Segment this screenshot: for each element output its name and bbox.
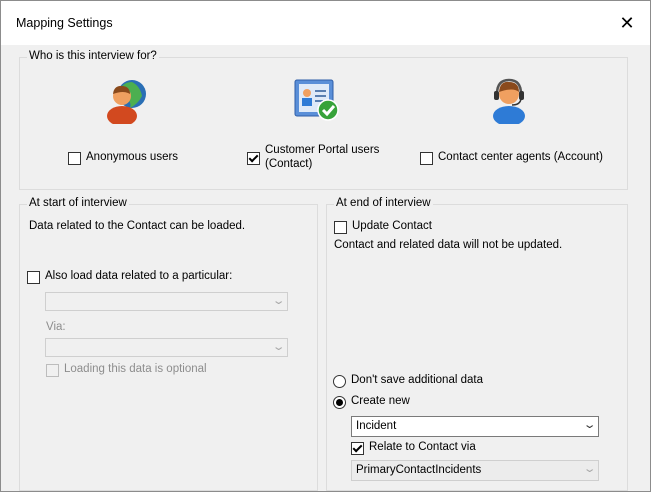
close-icon: ✕ [619, 12, 635, 33]
start-group-title: At start of interview [27, 197, 129, 209]
chevron-down-icon: ⌄ [271, 295, 286, 307]
update-contact-label: Update Contact [352, 220, 432, 232]
chevron-down-icon: ⌄ [582, 419, 597, 431]
audience-group-title: Who is this interview for? [27, 50, 159, 62]
contact-center-agents-checkbox[interactable] [420, 152, 433, 165]
relate-contact-checkbox[interactable] [351, 442, 364, 455]
relation-select[interactable]: PrimaryContactIncidents ⌄ [351, 460, 599, 481]
chevron-down-icon: ⌄ [582, 463, 597, 475]
anonymous-users-label: Anonymous users [86, 151, 179, 163]
create-new-label: Create new [351, 395, 410, 407]
dont-save-radio[interactable] [333, 375, 346, 388]
update-info-text: Contact and related data will not be upd… [334, 239, 563, 251]
headset-agent-icon [493, 78, 525, 124]
also-load-checkbox[interactable] [27, 271, 40, 284]
chevron-down-icon: ⌄ [271, 341, 286, 353]
mapping-settings-dialog: Mapping Settings ✕ Who is this interview… [0, 0, 651, 492]
customer-portal-label-line1: Customer Portal users [265, 144, 380, 156]
user-globe-icon [107, 80, 146, 124]
create-new-radio[interactable] [333, 396, 346, 409]
also-load-label: Also load data related to a particular: [45, 270, 233, 282]
related-entity-select[interactable]: ⌄ [45, 292, 288, 311]
via-label: Via: [46, 321, 66, 333]
start-info-text: Data related to the Contact can be loade… [29, 220, 246, 232]
contact-card-check-icon [294, 79, 339, 121]
contact-center-agents-label: Contact center agents (Account) [438, 151, 603, 163]
audience-group: Who is this interview for? Anonymous use… [19, 50, 628, 190]
title-bar: Mapping Settings ✕ [1, 1, 650, 45]
dialog-title: Mapping Settings [16, 16, 113, 30]
anonymous-users-checkbox[interactable] [68, 152, 81, 165]
via-select[interactable]: ⌄ [45, 338, 288, 357]
update-contact-checkbox[interactable] [334, 221, 347, 234]
entity-select[interactable]: Incident ⌄ [351, 416, 599, 437]
dont-save-label: Don't save additional data [351, 374, 483, 386]
customer-portal-label-line2: (Contact) [265, 158, 313, 170]
end-group-title: At end of interview [334, 197, 433, 209]
end-of-interview-group: At end of interview Update Contact Conta… [326, 197, 628, 491]
close-button[interactable]: ✕ [604, 1, 650, 45]
loading-optional-label: Loading this data is optional [64, 363, 207, 375]
start-of-interview-group: At start of interview Data related to th… [19, 197, 318, 491]
loading-optional-checkbox[interactable] [46, 364, 59, 377]
relate-contact-label: Relate to Contact via [369, 441, 476, 453]
customer-portal-checkbox[interactable] [247, 152, 260, 165]
